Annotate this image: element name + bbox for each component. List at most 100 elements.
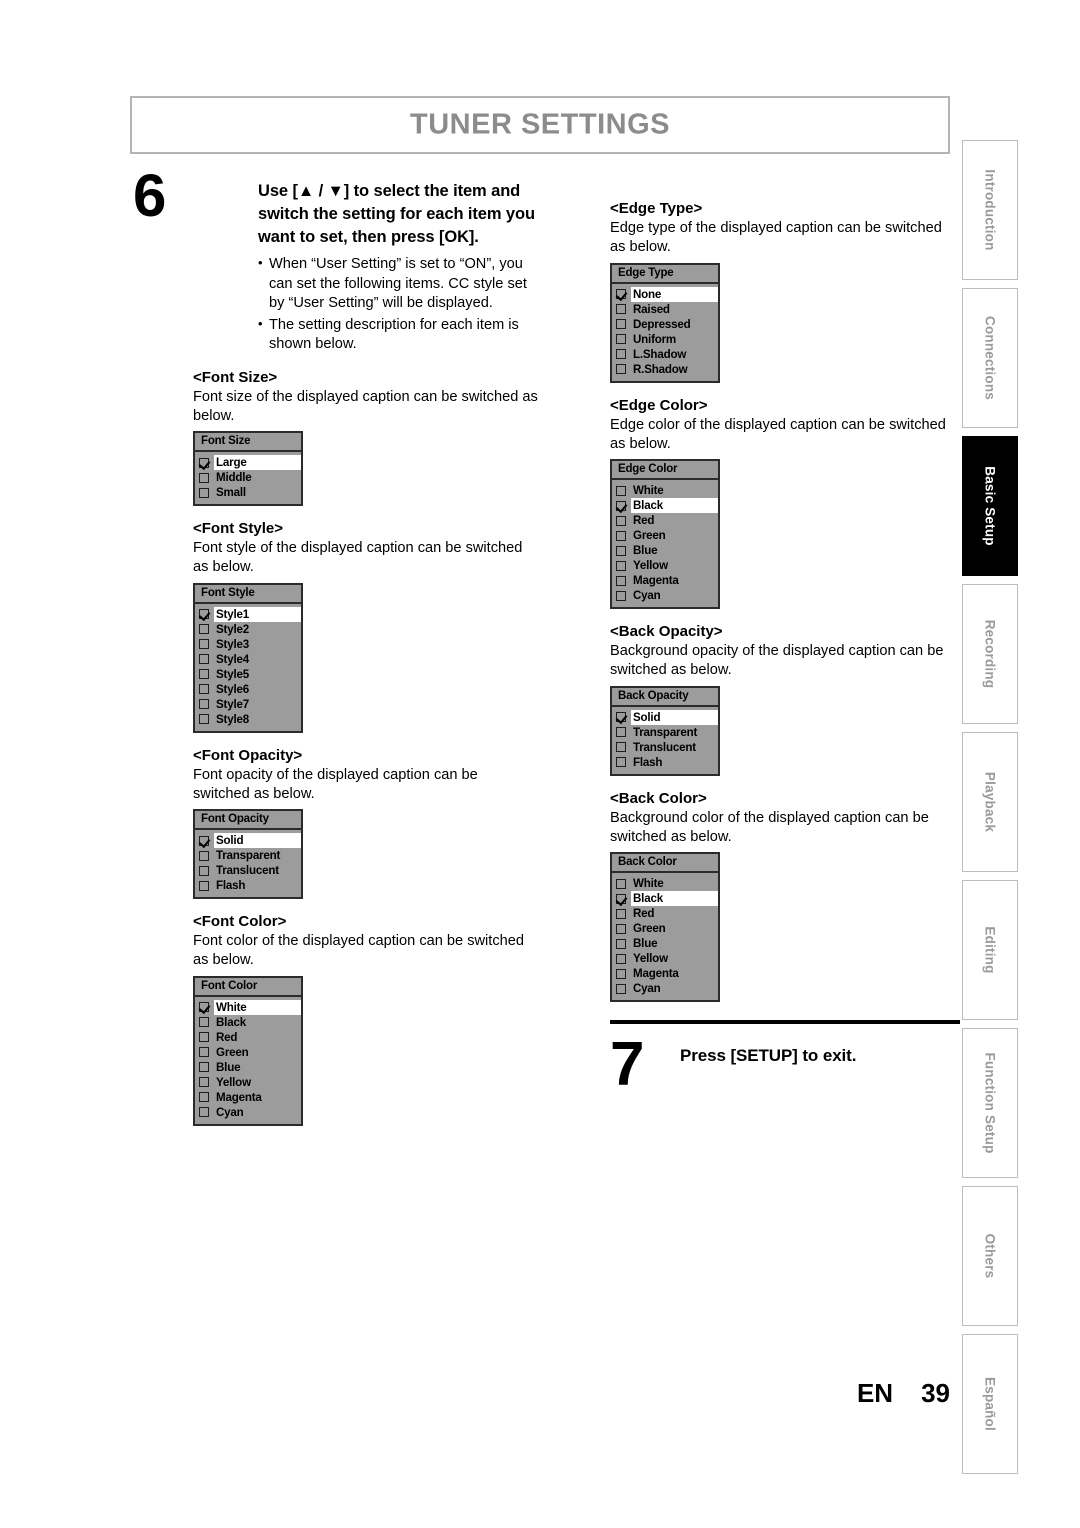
osd-menu-option[interactable]: Depressed — [616, 317, 714, 332]
osd-option-label: Blue — [216, 1060, 241, 1074]
checkbox-icon — [616, 304, 626, 314]
osd-menu-option[interactable]: Middle — [199, 470, 297, 485]
step-7-title: Press [SETUP] to exit. — [680, 1046, 857, 1065]
setting-section: <Back Color> Background color of the disp… — [610, 790, 960, 1002]
osd-menu-option[interactable]: Translucent — [199, 863, 297, 878]
osd-menu-title: Back Color — [612, 854, 718, 873]
osd-option-label: Uniform — [633, 332, 677, 346]
checkbox-icon — [616, 742, 626, 752]
osd-menu-option[interactable]: Green — [616, 921, 714, 936]
osd-menu-option[interactable]: Transparent — [199, 848, 297, 863]
osd-menu-box: Font Opacity Solid Transparent Translucent F… — [193, 809, 303, 900]
sidebar-tab-basic-setup[interactable]: Basic Setup — [962, 436, 1018, 576]
osd-menu-option[interactable]: Magenta — [616, 966, 714, 981]
osd-menu-option[interactable]: Translucent — [616, 740, 714, 755]
osd-menu-option[interactable]: Style2 — [199, 622, 297, 637]
osd-menu-option-selected[interactable]: None — [616, 286, 718, 302]
osd-menu-option[interactable]: Green — [616, 528, 714, 543]
osd-option-label: Magenta — [633, 967, 679, 980]
osd-menu-option-selected[interactable]: Solid — [616, 709, 718, 725]
checkbox-icon — [199, 487, 209, 498]
osd-menu-option[interactable]: Red — [616, 906, 714, 921]
osd-menu-option[interactable]: Red — [199, 1030, 297, 1045]
section-description: Font color of the displayed caption can … — [193, 933, 524, 969]
bullet-item: The setting description for each item is… — [258, 315, 538, 355]
section-heading: <Font Color> — [193, 913, 287, 931]
checkbox-icon — [199, 714, 209, 725]
checkbox-icon — [616, 727, 626, 737]
sidebar-tab-introduction[interactable]: Introduction — [962, 140, 1018, 280]
osd-menu-options: Large Middle Small — [195, 452, 301, 504]
checkbox-icon — [199, 1017, 209, 1028]
osd-menu-box: Font Color White Black Red Green Blue Yellow Ma… — [193, 975, 303, 1126]
osd-menu-option[interactable]: Raised — [616, 302, 714, 317]
osd-menu-option-selected[interactable]: Style1 — [199, 606, 301, 622]
osd-menu-option-selected[interactable]: Large — [199, 455, 301, 471]
osd-menu-option[interactable]: Style3 — [199, 637, 297, 652]
osd-menu-option[interactable]: Cyan — [616, 981, 714, 996]
osd-menu-option[interactable]: Magenta — [616, 573, 714, 588]
checkbox-icon — [616, 334, 626, 344]
osd-menu-option[interactable]: R.Shadow — [616, 362, 714, 377]
osd-menu-option[interactable]: Blue — [616, 543, 714, 558]
osd-menu-option[interactable]: Flash — [616, 755, 714, 770]
osd-menu-options: White Black Red Green Blue Yellow Magenta Cyan — [195, 997, 301, 1124]
osd-menu-option[interactable]: Magenta — [199, 1090, 297, 1105]
osd-menu-option[interactable]: Yellow — [616, 558, 714, 573]
osd-menu-option[interactable]: Blue — [616, 936, 714, 951]
osd-menu-option[interactable]: Blue — [199, 1060, 297, 1075]
page-footer: EN 39 — [0, 1378, 1080, 1409]
osd-menu-option[interactable]: White — [616, 483, 714, 498]
checkbox-checked-icon — [199, 835, 209, 846]
osd-menu-option[interactable]: Cyan — [199, 1105, 297, 1120]
osd-menu-option-selected[interactable]: White — [199, 999, 301, 1015]
osd-option-label: Yellow — [633, 952, 668, 965]
osd-menu-option[interactable]: Style8 — [199, 712, 297, 727]
osd-menu-option[interactable]: Uniform — [616, 332, 714, 347]
osd-option-label: Yellow — [633, 559, 668, 572]
sidebar-tab-connections[interactable]: Connections — [962, 288, 1018, 428]
osd-menu-option-selected[interactable]: Black — [616, 498, 718, 513]
checkbox-checked-icon — [199, 609, 209, 620]
osd-menu-option[interactable]: Black — [199, 1015, 297, 1030]
osd-menu-option[interactable]: L.Shadow — [616, 347, 714, 362]
sidebar-tab-others[interactable]: Others — [962, 1186, 1018, 1326]
osd-menu-option[interactable]: Style6 — [199, 682, 297, 697]
osd-menu-option[interactable]: Cyan — [616, 588, 714, 603]
sidebar-tab-function-setup[interactable]: Function Setup — [962, 1028, 1018, 1178]
sidebar-tab-playback[interactable]: Playback — [962, 732, 1018, 872]
osd-menu-title: Font Opacity — [195, 811, 301, 831]
sidebar-tab-editing[interactable]: Editing — [962, 880, 1018, 1020]
checkbox-checked-icon — [616, 289, 626, 299]
section-divider-rule — [610, 1020, 960, 1024]
osd-menu-option-selected[interactable]: Black — [616, 891, 718, 906]
checkbox-icon — [199, 684, 209, 695]
checkbox-icon — [616, 908, 626, 919]
osd-option-label: Transparent — [633, 725, 698, 739]
checkbox-icon — [199, 472, 209, 483]
osd-menu-option[interactable]: Red — [616, 513, 714, 528]
osd-menu-option[interactable]: Yellow — [199, 1075, 297, 1090]
section-description: Edge color of the displayed caption can … — [610, 416, 946, 452]
sidebar-tab-recording[interactable]: Recording — [962, 584, 1018, 724]
osd-menu-option[interactable]: Style4 — [199, 652, 297, 667]
osd-menu-box: Back Opacity Solid Transparent Translucent F… — [610, 685, 720, 776]
osd-menu-option[interactable]: White — [616, 876, 714, 891]
osd-menu-option[interactable]: Style7 — [199, 697, 297, 712]
osd-option-label: Style6 — [216, 682, 249, 696]
osd-menu-option[interactable]: Flash — [199, 878, 297, 893]
osd-menu-option[interactable]: Style5 — [199, 667, 297, 682]
osd-menu-option[interactable]: Small — [199, 485, 297, 500]
osd-menu-option[interactable]: Transparent — [616, 725, 714, 740]
osd-menu-title: Font Color — [195, 977, 301, 997]
checkbox-icon — [199, 850, 209, 861]
osd-option-label: Red — [633, 514, 655, 527]
osd-option-label: Red — [216, 1030, 238, 1044]
osd-menu-option-selected[interactable]: Solid — [199, 833, 301, 849]
osd-menu-option[interactable]: Yellow — [616, 951, 714, 966]
checkbox-checked-icon — [616, 712, 626, 722]
osd-menu-option[interactable]: Green — [199, 1045, 297, 1060]
osd-option-label: Middle — [216, 471, 252, 485]
checkbox-icon — [616, 983, 626, 994]
osd-menu-options: White Black Red Green Blue Yellow Magenta Cyan — [612, 873, 718, 1000]
